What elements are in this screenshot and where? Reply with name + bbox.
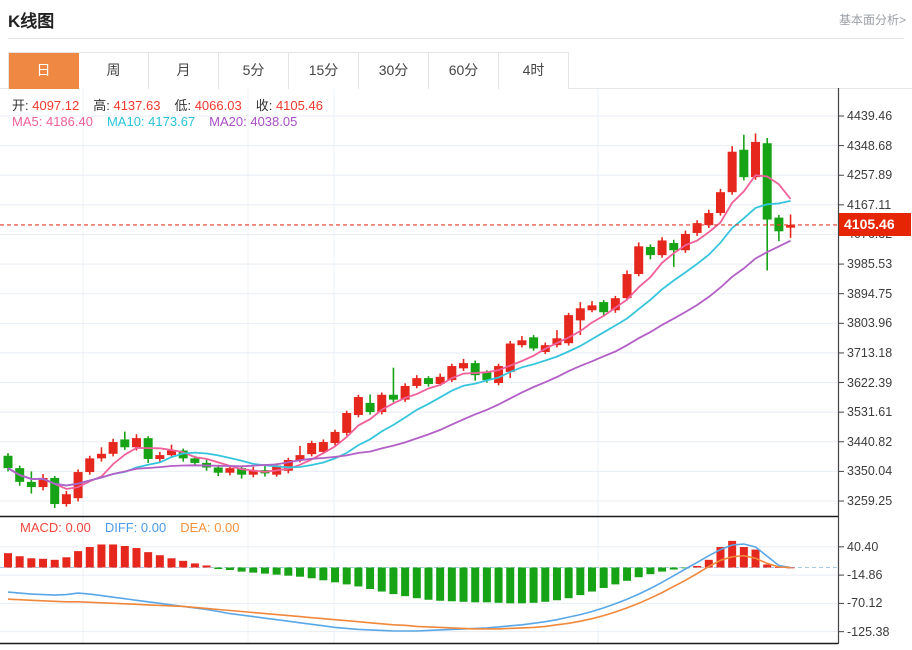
price-tick-label: 4167.11 bbox=[847, 197, 909, 213]
tab-15分[interactable]: 15分 bbox=[289, 53, 359, 89]
price-tick-label: 3713.18 bbox=[847, 345, 909, 361]
info-item: 高: 4137.63 bbox=[93, 98, 160, 113]
price-tick-label: 3350.04 bbox=[847, 463, 909, 479]
macd-tick-label: -70.12 bbox=[847, 595, 909, 611]
tab-4时[interactable]: 4时 bbox=[499, 53, 569, 89]
price-tick-label: 3803.96 bbox=[847, 315, 909, 331]
tab-日[interactable]: 日 bbox=[9, 53, 79, 89]
tab-5分[interactable]: 5分 bbox=[219, 53, 289, 89]
current-price-badge: 4105.46 bbox=[839, 213, 911, 236]
info-item: MA20: 4038.05 bbox=[209, 114, 297, 129]
macd-tick-label: -14.86 bbox=[847, 567, 909, 583]
price-tick-label: 4348.68 bbox=[847, 138, 909, 154]
info-item: DIFF: 0.00 bbox=[105, 520, 166, 535]
info-item: MA10: 4173.67 bbox=[107, 114, 195, 129]
price-tick-label: 4439.46 bbox=[847, 108, 909, 124]
info-item: DEA: 0.00 bbox=[180, 520, 239, 535]
price-tick-label: 3894.75 bbox=[847, 286, 909, 302]
macd-hist-group bbox=[4, 541, 795, 603]
price-tick-label: 3440.82 bbox=[847, 434, 909, 450]
candles-group bbox=[4, 133, 796, 508]
price-tick-label: 3622.39 bbox=[847, 375, 909, 391]
macd-tick-label: -125.38 bbox=[847, 624, 909, 640]
tab-月[interactable]: 月 bbox=[149, 53, 219, 89]
ohlc-info-row: 开: 4097.12 高: 4137.63 低: 4066.03 收: 4105.46 bbox=[12, 95, 337, 114]
macd-tick-label: 40.40 bbox=[847, 539, 909, 555]
period-tabs: 日周月5分15分30分60分4时 bbox=[8, 52, 569, 88]
info-item: 开: 4097.12 bbox=[12, 98, 79, 113]
tab-30分[interactable]: 30分 bbox=[359, 53, 429, 89]
info-item: 收: 4105.46 bbox=[256, 98, 323, 113]
info-item: 低: 4066.03 bbox=[174, 98, 241, 113]
price-tick-label: 3259.25 bbox=[847, 493, 909, 509]
price-tick-label: 3531.61 bbox=[847, 404, 909, 420]
info-item: MA5: 4186.40 bbox=[12, 114, 93, 129]
tab-周[interactable]: 周 bbox=[79, 53, 149, 89]
tab-60分[interactable]: 60分 bbox=[429, 53, 499, 89]
price-tick-label: 4257.89 bbox=[847, 167, 909, 183]
ma-info-row: MA5: 4186.40 MA10: 4173.67 MA20: 4038.05 bbox=[12, 114, 311, 129]
macd-info-row: MACD: 0.00 DIFF: 0.00 DEA: 0.00 bbox=[20, 520, 254, 535]
price-tick-label: 3985.53 bbox=[847, 256, 909, 272]
info-item: MACD: 0.00 bbox=[20, 520, 91, 535]
kline-module: K线图 基本面分析> 日周月5分15分30分60分4时 开: 4097.12高:… bbox=[0, 0, 912, 650]
